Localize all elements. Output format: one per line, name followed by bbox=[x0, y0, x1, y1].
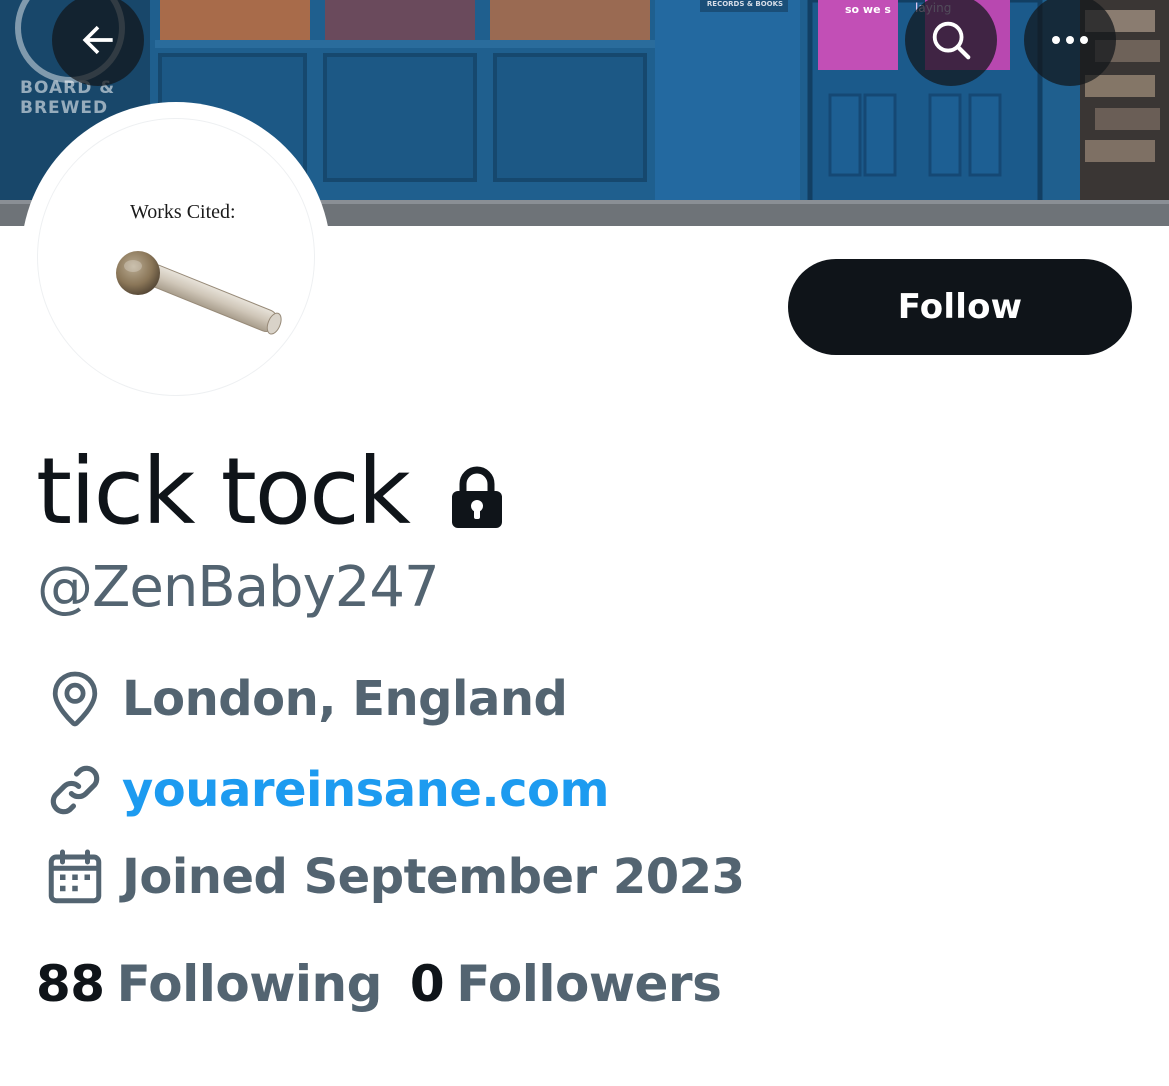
search-icon bbox=[932, 21, 971, 60]
following-link[interactable]: 88 Following bbox=[36, 955, 382, 1013]
following-label: Following bbox=[116, 955, 383, 1013]
followers-link[interactable]: 0 Followers bbox=[409, 955, 722, 1013]
arrow-left-icon bbox=[82, 25, 113, 55]
display-name: tick tock bbox=[36, 438, 411, 545]
calendar-icon bbox=[40, 842, 110, 912]
banner-sign-text: RECORDS & BOOKS bbox=[706, 0, 784, 8]
location-text: London, England bbox=[122, 671, 568, 727]
joined-text: Joined September 2023 bbox=[122, 849, 745, 905]
avatar-caption: Works Cited: bbox=[130, 201, 236, 223]
link-icon bbox=[40, 755, 110, 825]
pipe-image bbox=[116, 251, 282, 335]
followers-label: Followers bbox=[456, 955, 722, 1013]
profile-handle: @ZenBaby247 bbox=[37, 555, 440, 620]
website-row: youareinsane.com bbox=[40, 755, 610, 825]
profile-name-row: tick tock bbox=[36, 437, 505, 547]
joined-row: Joined September 2023 bbox=[40, 842, 745, 912]
followers-count: 0 bbox=[409, 955, 445, 1013]
location-icon bbox=[40, 664, 110, 734]
website-link[interactable]: youareinsane.com bbox=[122, 762, 610, 818]
profile-avatar[interactable]: Works Cited: bbox=[21, 102, 331, 412]
banner-neon-text-a: so we s bbox=[845, 3, 891, 16]
location-row: London, England bbox=[40, 664, 568, 734]
follow-button[interactable]: Follow bbox=[788, 259, 1132, 355]
more-horizontal-icon bbox=[1052, 36, 1088, 44]
follow-stats: 88 Following 0 Followers bbox=[36, 948, 722, 1020]
following-count: 88 bbox=[36, 955, 105, 1013]
lock-icon bbox=[451, 466, 502, 528]
avatar-image-frame: Works Cited: bbox=[37, 118, 315, 396]
